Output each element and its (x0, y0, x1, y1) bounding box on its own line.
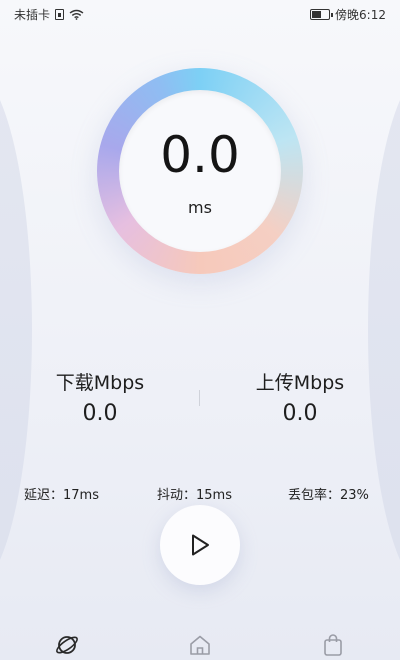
carrier-label: 未插卡 (14, 7, 51, 22)
sim-card-icon (55, 8, 65, 20)
battery-icon (310, 8, 334, 20)
gauge-unit: ms (188, 198, 212, 217)
left-decorative-arc (0, 70, 32, 590)
home-icon (190, 635, 210, 655)
latency-gauge: 0.0 ms (97, 68, 303, 274)
download-label: 下载Mbps (55, 372, 145, 394)
bottom-navigation (0, 628, 400, 660)
delay-stat: 延迟：17ms (24, 488, 99, 503)
gauge-value: 0.0 (160, 126, 240, 184)
clock-time: 傍晚6:12 (335, 7, 386, 22)
upload-speed: 上传Mbps 0.0 (230, 368, 370, 426)
start-test-button[interactable] (160, 505, 240, 585)
speed-divider (199, 390, 200, 406)
network-stats: 延迟：17ms 抖动：15ms 丢包率：23% (0, 484, 400, 504)
status-left: 未插卡 (14, 6, 84, 23)
download-value: 0.0 (82, 401, 118, 426)
play-icon (192, 534, 209, 556)
status-bar: 未插卡 傍晚6:12 (0, 0, 400, 28)
wifi-icon (69, 9, 84, 20)
download-speed: 下载Mbps 0.0 (30, 368, 170, 426)
upload-label: 上传Mbps (255, 372, 345, 394)
nav-home[interactable] (187, 632, 213, 658)
bag-icon (324, 634, 342, 656)
planet-icon (56, 636, 78, 654)
packet-loss-stat: 丢包率：23% (288, 488, 369, 503)
nav-shop[interactable] (320, 632, 346, 658)
status-right: 傍晚6:12 (310, 6, 386, 23)
nav-speed-test[interactable] (54, 632, 80, 658)
jitter-stat: 抖动：15ms (157, 488, 232, 503)
speed-test-screen: 未插卡 傍晚6:12 0.0 ms 下载Mbps 0.0 上传Mbps 0.0 (0, 0, 400, 660)
upload-value: 0.0 (282, 401, 318, 426)
right-decorative-arc (368, 70, 400, 590)
battery-level-fill (312, 10, 321, 18)
